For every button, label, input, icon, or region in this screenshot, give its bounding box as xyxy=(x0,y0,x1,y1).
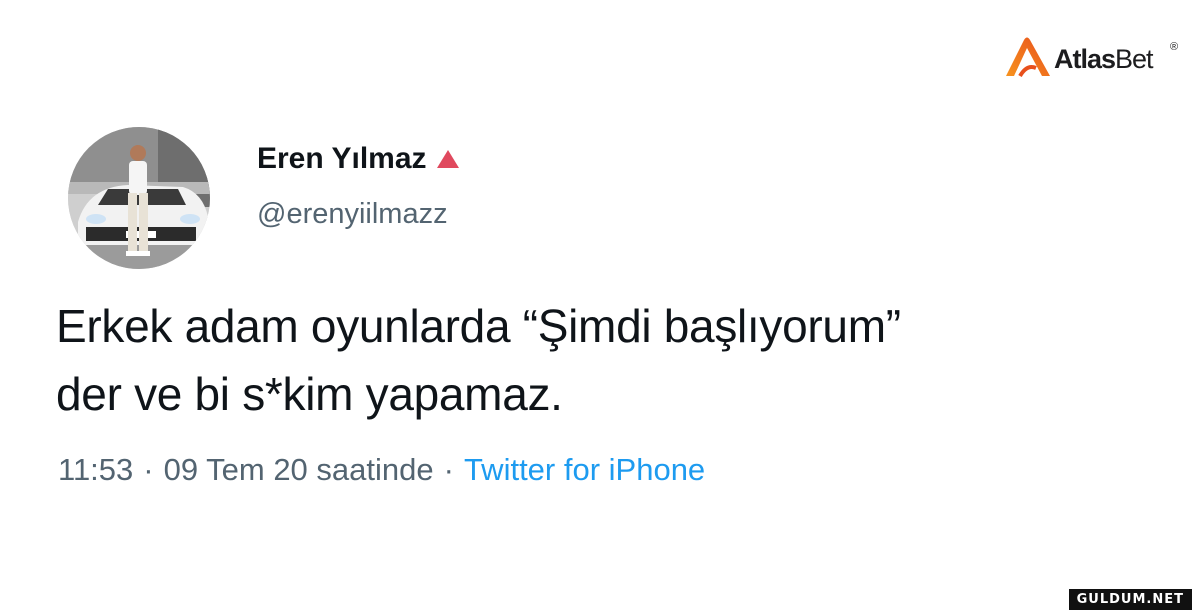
tweet-date[interactable]: 09 Tem 20 saatinde xyxy=(164,452,434,488)
author-name-row: Eren Yılmaz xyxy=(257,137,461,181)
atlasbet-logo: AtlasBet ® xyxy=(1000,30,1190,86)
tweet-meta: 11:53 · 09 Tem 20 saatinde · Twitter for… xyxy=(58,452,705,488)
meta-separator: · xyxy=(143,452,154,487)
tweet-line: der ve bi s*kim yapamaz. xyxy=(56,368,563,420)
atlasbet-logo-icon xyxy=(1006,37,1050,78)
red-triangle-icon xyxy=(435,148,461,170)
avatar[interactable] xyxy=(68,127,210,269)
tweet-time[interactable]: 11:53 xyxy=(58,452,133,488)
avatar-photo xyxy=(68,127,210,269)
registered-mark: ® xyxy=(1170,41,1179,53)
tweet-line: Erkek adam oyunlarda “Şimdi başlıyorum” xyxy=(56,300,901,352)
brand-name-regular: Bet xyxy=(1115,44,1154,74)
meta-separator: · xyxy=(443,452,454,487)
author-handle[interactable]: @erenyiilmazz xyxy=(257,198,448,231)
watermark: GULDUM.NET xyxy=(1068,589,1192,610)
author-display-name[interactable]: Eren Yılmaz xyxy=(257,142,427,176)
tweet-screenshot: AtlasBet ® Eren Yılmaz @erenyiilmazz Erk… xyxy=(0,0,1200,616)
tweet-source-link[interactable]: Twitter for iPhone xyxy=(464,452,705,488)
tweet-text: Erkek adam oyunlarda “Şimdi başlıyorum” … xyxy=(56,292,1156,428)
brand-name-bold: Atlas xyxy=(1054,44,1116,74)
atlasbet-wordmark: AtlasBet xyxy=(1054,44,1154,75)
